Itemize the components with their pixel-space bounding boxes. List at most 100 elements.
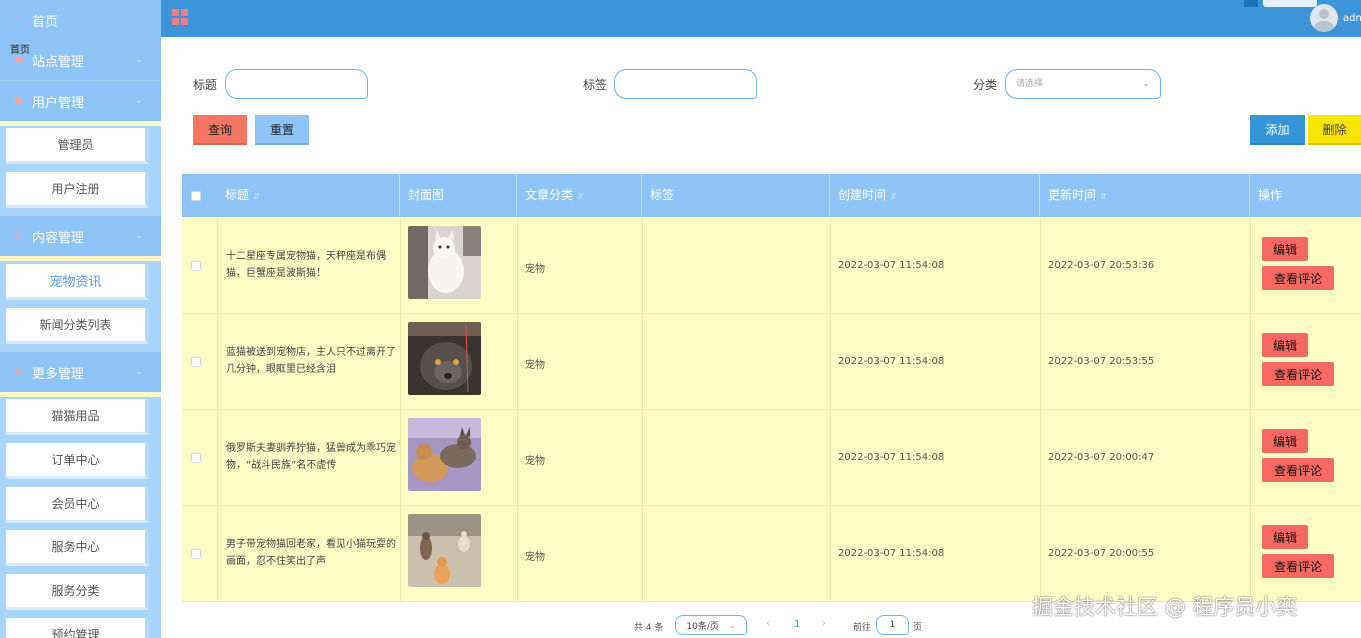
updated-time: 2022-03-07 20:53:36: [1048, 260, 1155, 271]
sidebar-item-label: 会员中心: [51, 497, 100, 511]
column-header-created[interactable]: 创建时间 ⇵: [830, 174, 1040, 217]
divider: [0, 392, 161, 397]
column-label: 创建时间: [838, 188, 887, 202]
column-label: 标签: [650, 188, 675, 202]
sort-icon[interactable]: ⇵: [577, 192, 584, 201]
chevron-down-icon: ⌄: [134, 95, 143, 106]
page-size-value: 10条/页: [686, 621, 719, 632]
add-button[interactable]: 添加: [1250, 115, 1305, 145]
prev-page-icon[interactable]: ‹: [766, 618, 770, 629]
sidebar-item-user-register[interactable]: 用户注册: [6, 172, 149, 208]
goto-suffix: 页: [913, 623, 923, 633]
column-label: 更新时间: [1048, 188, 1097, 202]
chevron-down-icon: ⌄: [728, 620, 736, 630]
view-comments-button[interactable]: 查看评论: [1262, 266, 1334, 290]
current-page[interactable]: 1: [794, 619, 800, 630]
row-checkbox[interactable]: [191, 453, 201, 463]
reset-button[interactable]: 重置: [255, 115, 309, 145]
article-category: 宠物: [525, 360, 545, 371]
sidebar-item-appointments[interactable]: 预约管理: [6, 618, 149, 638]
sidebar-group-label: 用户管理: [32, 95, 85, 111]
next-page-icon[interactable]: ›: [822, 618, 826, 629]
view-comments-button[interactable]: 查看评论: [1262, 362, 1334, 386]
divider: [0, 121, 161, 126]
created-time: 2022-03-07 11:54:08: [838, 548, 945, 559]
home-icon: ⌂: [14, 14, 21, 25]
row-checkbox[interactable]: [191, 549, 201, 559]
sidebar-item-label: 猫猫用品: [51, 409, 100, 423]
title-label: 标题: [193, 78, 218, 92]
category-placeholder: 请选择: [1016, 79, 1044, 89]
goto-page-input[interactable]: 1: [876, 615, 909, 635]
updated-time: 2022-03-07 20:53:55: [1048, 356, 1155, 367]
column-header-tag: 标签: [642, 174, 830, 217]
sidebar-item-home[interactable]: ⌂ 首页: [0, 0, 161, 40]
sort-icon[interactable]: ⇵: [253, 192, 260, 201]
article-title: 男子带宠物猫回老家，看见小猫玩耍的画面，忍不住笑出了声: [226, 539, 396, 567]
sort-icon[interactable]: ⇵: [1100, 192, 1107, 201]
title-input[interactable]: [225, 69, 368, 99]
table-row: 十二星座专属宠物猫，天秤座是布偶猫，巨蟹座是波斯猫！ 宠物 2022-03-07…: [182, 218, 1361, 314]
header-tag: [1263, 0, 1317, 7]
sidebar-group-label: 站点管理: [32, 54, 85, 70]
article-title: 俄罗斯夫妻驯养狞猫，猛兽成为乖巧宠物，“战斗民族”名不虚传: [226, 443, 396, 471]
chevron-down-icon: ⌄: [1142, 79, 1150, 89]
sidebar-item-services[interactable]: 服务中心: [6, 530, 149, 566]
cover-image: [408, 418, 481, 491]
delete-button[interactable]: 删除: [1308, 115, 1361, 145]
sidebar-item-orders[interactable]: 订单中心: [6, 443, 149, 479]
edit-button[interactable]: 编辑: [1262, 429, 1308, 453]
column-header-actions: 操作: [1250, 174, 1361, 217]
article-category: 宠物: [525, 456, 545, 467]
cover-image: [408, 226, 481, 299]
menu-grid-icon[interactable]: [172, 9, 188, 25]
sidebar-item-pet-news[interactable]: 宠物资讯: [6, 264, 149, 300]
column-header-title[interactable]: 标题 ⇵: [217, 174, 400, 217]
view-comments-button[interactable]: 查看评论: [1262, 458, 1334, 482]
goto-prefix: 前往: [853, 623, 872, 633]
top-header: adm: [161, 0, 1361, 37]
articles-table: 标题 ⇵ 封面图 文章分类 ⇵ 标签 创建时间 ⇵ 更新时间 ⇵ 操作 十二星座专属宠物…: [182, 174, 1361, 604]
sidebar-item-news-categories[interactable]: 新闻分类列表: [6, 308, 149, 344]
row-checkbox[interactable]: [191, 357, 201, 367]
sort-icon[interactable]: ⇵: [890, 192, 897, 201]
category-select[interactable]: 请选择 ⌄: [1005, 69, 1161, 99]
sidebar-item-label: 用户注册: [51, 182, 100, 196]
sidebar-group-label: 内容管理: [32, 230, 85, 246]
tag-input[interactable]: [614, 69, 757, 99]
select-all-checkbox[interactable]: [191, 191, 201, 201]
cover-image: [408, 322, 481, 395]
sidebar-group-more[interactable]: ◈ 更多管理 ⌄: [0, 352, 161, 392]
sidebar-item-admins[interactable]: 管理员: [6, 128, 149, 164]
column-header-category[interactable]: 文章分类 ⇵: [517, 174, 642, 217]
page-size-select[interactable]: 10条/页 ⌄: [675, 615, 747, 635]
article-title: 蓝猫被送到宠物店，主人只不过离开了几分钟，眼眶里已经含泪: [226, 347, 396, 375]
sidebar-group-users[interactable]: ● 用户管理 ⌄: [0, 81, 161, 121]
table-header: 标题 ⇵ 封面图 文章分类 ⇵ 标签 创建时间 ⇵ 更新时间 ⇵ 操作: [182, 174, 1361, 217]
updated-time: 2022-03-07 20:00:47: [1048, 452, 1155, 463]
sidebar-group-content[interactable]: ◎ 内容管理 ⌄: [0, 216, 161, 256]
edit-button[interactable]: 编辑: [1262, 525, 1308, 549]
sidebar-item-label: 宠物资讯: [49, 275, 102, 290]
created-time: 2022-03-07 11:54:08: [838, 452, 945, 463]
tag-label: 标签: [583, 78, 608, 92]
sidebar-item-label: 首页: [32, 14, 59, 30]
pagination-total: 共 4 条: [634, 623, 664, 633]
column-header-updated[interactable]: 更新时间 ⇵: [1040, 174, 1250, 217]
column-label: 文章分类: [525, 188, 574, 202]
avatar[interactable]: [1310, 4, 1338, 32]
query-button[interactable]: 查询: [193, 115, 247, 145]
sidebar-item-service-categories[interactable]: 服务分类: [6, 574, 149, 610]
sidebar-item-cat-supplies[interactable]: 猫猫用品: [6, 399, 149, 435]
content-icon: ◎: [14, 230, 23, 241]
edit-button[interactable]: 编辑: [1262, 333, 1308, 357]
edit-button[interactable]: 编辑: [1262, 237, 1308, 261]
site-icon: ▣: [14, 54, 24, 65]
sidebar-item-label: 订单中心: [51, 453, 100, 467]
chevron-down-icon: ⌄: [134, 54, 143, 65]
sidebar-item-label: 服务中心: [51, 540, 100, 554]
row-checkbox[interactable]: [191, 261, 201, 271]
user-name[interactable]: adm: [1343, 13, 1361, 24]
view-comments-button[interactable]: 查看评论: [1262, 554, 1334, 578]
sidebar-item-members[interactable]: 会员中心: [6, 487, 149, 523]
